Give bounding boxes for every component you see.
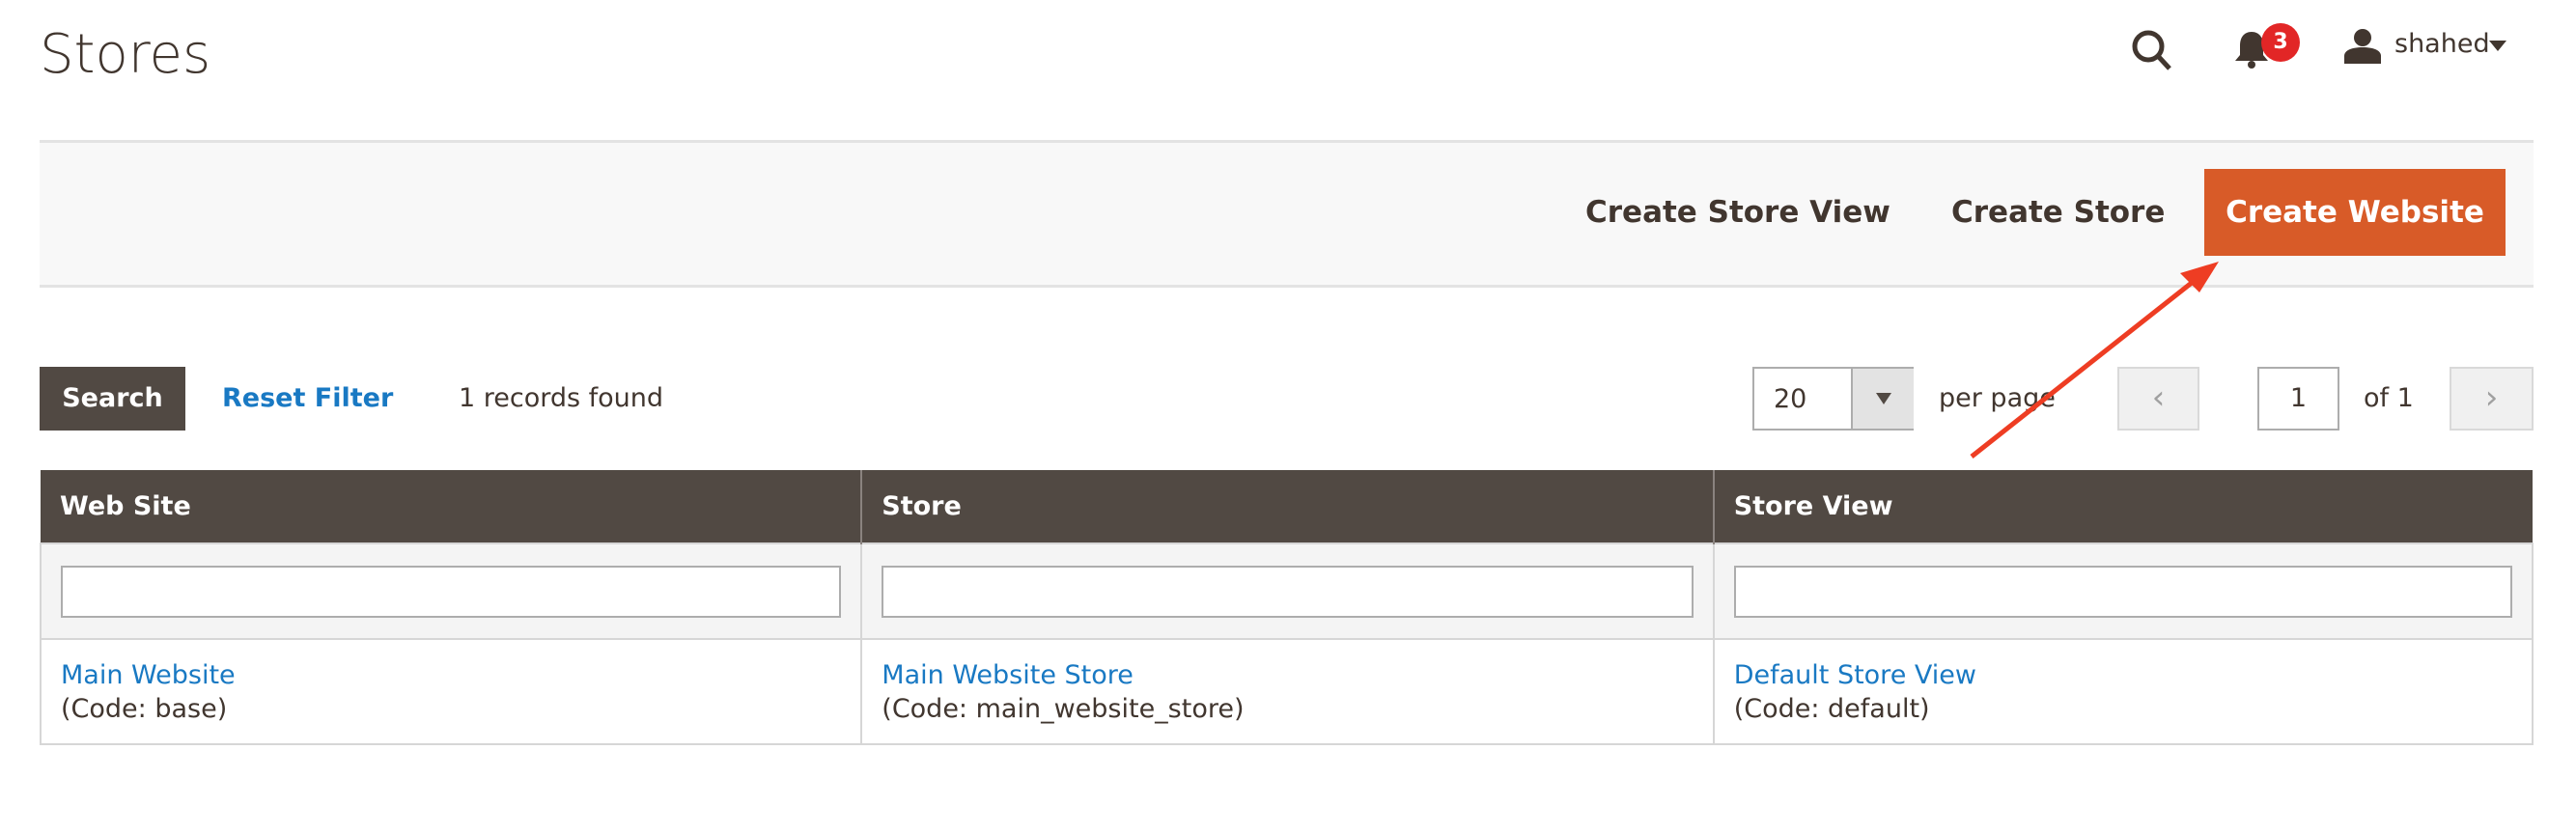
caret-down-icon[interactable]	[2489, 41, 2506, 52]
store-link[interactable]: Main Website Store	[882, 658, 1693, 692]
column-header-store-view[interactable]: Store View	[1712, 470, 2533, 543]
store-view-filter-input[interactable]	[1733, 565, 2512, 618]
page-input[interactable]: 1	[2257, 367, 2339, 431]
chevron-right-icon: ›	[2484, 378, 2499, 417]
page-title: Stores	[40, 23, 211, 86]
search-icon[interactable]	[2129, 27, 2175, 73]
stores-grid: Web Site Store Store View Main Website (C…	[39, 470, 2534, 745]
column-header-store[interactable]: Store	[860, 470, 1714, 543]
user-menu[interactable]: shahed	[2394, 29, 2490, 59]
reset-filter-link[interactable]: Reset Filter	[222, 383, 393, 413]
table-row: Main Website (Code: base) Main Website St…	[39, 638, 2534, 745]
per-page-toggle[interactable]	[1851, 369, 1914, 429]
create-store-view-button[interactable]: Create Store View	[1585, 169, 1890, 256]
per-page-label: per page	[1939, 383, 2056, 413]
store-view-code: (Code: default)	[1733, 693, 1930, 724]
user-icon[interactable]	[2344, 27, 2381, 64]
store-code: (Code: main_website_store)	[882, 693, 1245, 724]
store-filter-input[interactable]	[882, 565, 1694, 618]
per-page-select[interactable]: 20	[1752, 367, 1914, 431]
notification-badge[interactable]: 3	[2261, 23, 2300, 62]
next-page-button[interactable]: ›	[2450, 367, 2534, 431]
chevron-left-icon: ‹	[2151, 378, 2166, 417]
per-page-value: 20	[1774, 384, 1807, 414]
caret-down-icon	[1876, 393, 1891, 404]
page-total: of 1	[2364, 383, 2414, 413]
website-link[interactable]: Main Website	[61, 658, 841, 692]
create-website-button[interactable]: Create Website	[2204, 169, 2506, 256]
search-button[interactable]: Search	[40, 367, 185, 431]
previous-page-button[interactable]: ‹	[2117, 367, 2199, 431]
website-filter-input[interactable]	[61, 565, 842, 618]
store-view-link[interactable]: Default Store View	[1734, 658, 2512, 692]
records-found: 1 records found	[459, 383, 664, 413]
website-code: (Code: base)	[61, 693, 228, 724]
column-header-website[interactable]: Web Site	[41, 470, 862, 543]
create-store-button[interactable]: Create Store	[1951, 169, 2165, 256]
